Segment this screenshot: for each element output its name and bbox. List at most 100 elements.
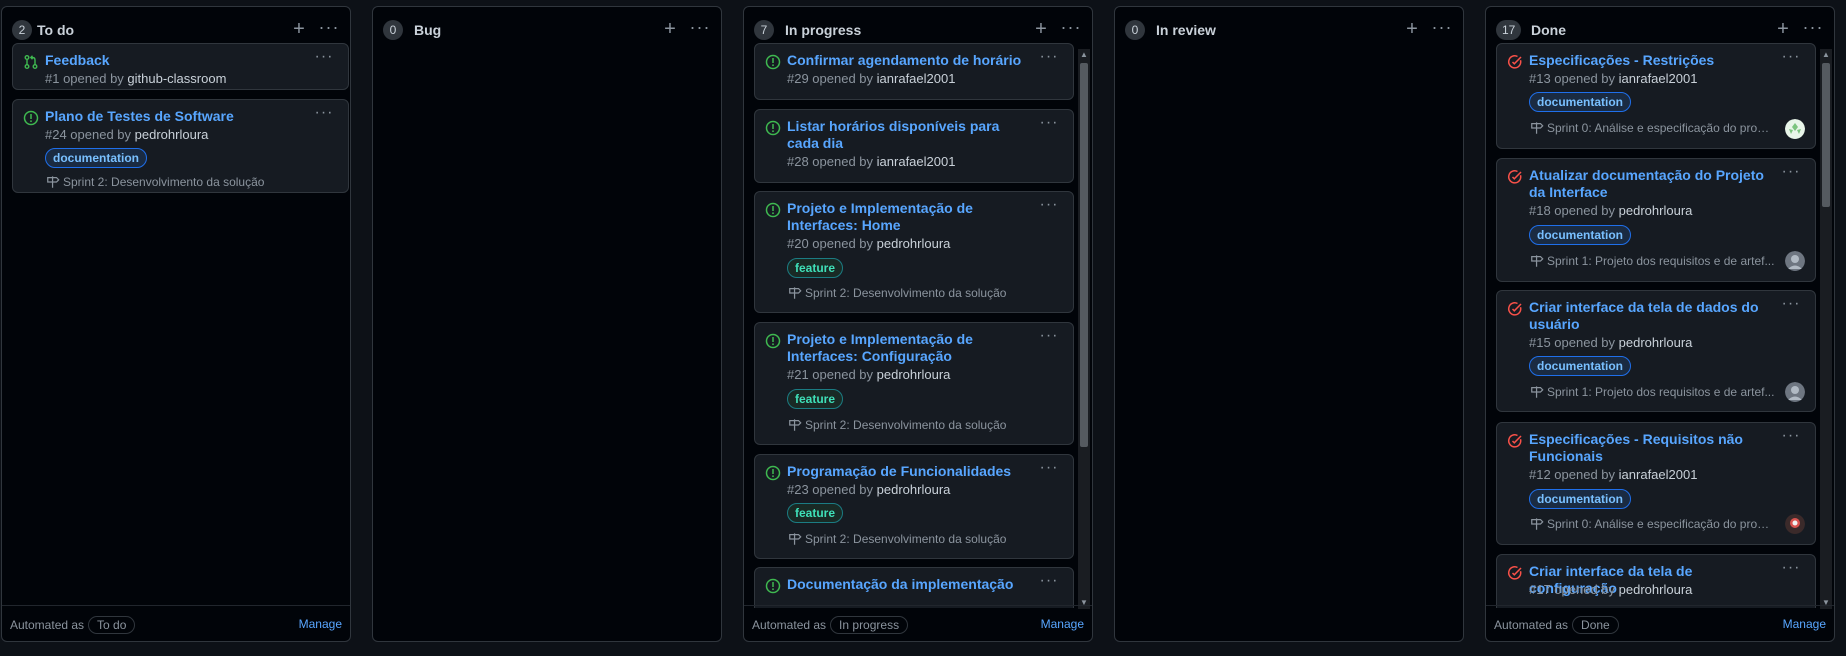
add-card-plus-icon[interactable]: + (661, 18, 679, 40)
card-menu-icon[interactable]: ··· (1779, 164, 1803, 181)
card[interactable]: Documentação da implementação ··· (754, 567, 1074, 608)
column-menu-icon[interactable]: ··· (687, 18, 713, 40)
card-meta: #21 opened by pedrohrloura (787, 366, 950, 384)
milestone[interactable]: Sprint 1: Projeto dos requisitos e de ar… (1529, 384, 1775, 400)
label-documentation[interactable]: documentation (1529, 92, 1631, 112)
card-title-link[interactable]: Criar interface da tela de dados do usuá… (1529, 299, 1767, 333)
card-title-link[interactable]: Programação de Funcionalidades (787, 463, 1025, 480)
card[interactable]: Confirmar agendamento de horário ··· #29… (754, 43, 1074, 100)
card-title-link[interactable]: Projeto e Implementação de Interfaces: H… (787, 200, 1025, 234)
card-menu-icon[interactable]: ··· (312, 105, 336, 122)
scrollbar-thumb[interactable] (1822, 63, 1830, 207)
card-title-link[interactable]: Documentação da implementação (787, 576, 1025, 593)
card-list: Confirmar agendamento de horário ··· #29… (744, 43, 1092, 608)
card-menu-icon[interactable]: ··· (1037, 328, 1061, 345)
card[interactable]: Especificações - Requisitos não Funciona… (1496, 422, 1816, 545)
label-feature[interactable]: feature (787, 503, 844, 523)
author-link[interactable]: pedrohrloura (135, 127, 209, 142)
label-documentation[interactable]: documentation (1529, 225, 1631, 245)
card[interactable]: Plano de Testes de Software ··· #24 open… (12, 99, 349, 193)
card-menu-icon[interactable]: ··· (1037, 49, 1061, 66)
card[interactable]: Listar horários disponíveis para cada di… (754, 109, 1074, 183)
assignee-avatar[interactable] (1785, 251, 1805, 271)
column-menu-icon[interactable]: ··· (316, 18, 342, 40)
assignee-avatar[interactable] (1785, 119, 1805, 139)
label-feature[interactable]: feature (787, 389, 844, 409)
author-link[interactable]: ianrafael2001 (1619, 71, 1698, 86)
card-menu-icon[interactable]: ··· (1779, 428, 1803, 445)
column-bug: 0 Bug + ··· (372, 6, 722, 642)
card-list-scrollbar[interactable]: ▲ ▼ (1078, 49, 1090, 609)
card-menu-icon[interactable]: ··· (1037, 197, 1061, 214)
manage-automation-link[interactable]: Manage (1783, 616, 1826, 632)
card[interactable]: Projeto e Implementação de Interfaces: H… (754, 191, 1074, 313)
milestone-icon (1531, 386, 1544, 398)
label-documentation[interactable]: documentation (1529, 356, 1631, 376)
scrollbar-thumb[interactable] (1080, 63, 1088, 447)
card-menu-icon[interactable]: ··· (1037, 573, 1061, 590)
author-link[interactable]: pedrohrloura (1619, 582, 1693, 597)
author-link[interactable]: pedrohrloura (877, 367, 951, 382)
milestone[interactable]: Sprint 1: Projeto dos requisitos e de ar… (1529, 253, 1775, 269)
column-menu-icon[interactable]: ··· (1429, 18, 1455, 40)
automation-badge: Done (1572, 616, 1619, 634)
card-menu-icon[interactable]: ··· (1037, 460, 1061, 477)
add-card-plus-icon[interactable]: + (1403, 18, 1421, 40)
author-link[interactable]: pedrohrloura (877, 236, 951, 251)
label-feature[interactable]: feature (787, 258, 844, 278)
card-title-link[interactable]: Projeto e Implementação de Interfaces: C… (787, 331, 1025, 365)
card[interactable]: Criar interface da tela de configuração … (1496, 554, 1816, 608)
column-menu-icon[interactable]: ··· (1800, 18, 1826, 40)
card-list-scrollbar[interactable]: ▲ ▼ (1820, 49, 1832, 609)
add-card-plus-icon[interactable]: + (1032, 18, 1050, 40)
label-documentation[interactable]: documentation (45, 148, 147, 168)
card-title-link[interactable]: Especificações - Restrições (1529, 52, 1767, 69)
author-link[interactable]: github-classroom (127, 71, 226, 86)
author-link[interactable]: pedrohrloura (1619, 335, 1693, 350)
author-link[interactable]: ianrafael2001 (1619, 467, 1698, 482)
card-menu-icon[interactable]: ··· (312, 49, 336, 66)
card-title-link[interactable]: Especificações - Requisitos não Funciona… (1529, 431, 1767, 465)
add-card-plus-icon[interactable]: + (1774, 18, 1792, 40)
milestone[interactable]: Sprint 2: Desenvolvimento da solução (787, 417, 1033, 433)
milestone[interactable]: Sprint 0: Análise e especificação do pro… (1529, 516, 1775, 532)
card[interactable]: Criar interface da tela de dados do usuá… (1496, 290, 1816, 412)
milestone[interactable]: Sprint 2: Desenvolvimento da solução (45, 174, 308, 190)
assignee-avatar[interactable] (1785, 382, 1805, 402)
card-title-link[interactable]: Plano de Testes de Software (45, 108, 300, 125)
label-documentation[interactable]: documentation (1529, 489, 1631, 509)
card-title-link[interactable]: Atualizar documentação do Projeto da Int… (1529, 167, 1767, 201)
card-title-link[interactable]: Confirmar agendamento de horário (787, 52, 1025, 69)
column-menu-icon[interactable]: ··· (1058, 18, 1084, 40)
author-link[interactable]: ianrafael2001 (877, 154, 956, 169)
card[interactable]: Especificações - Restrições ··· #13 open… (1496, 43, 1816, 149)
card[interactable]: Feedback ··· #1 opened by github-classro… (12, 43, 349, 90)
milestone[interactable]: Sprint 2: Desenvolvimento da solução (787, 285, 1033, 301)
add-card-plus-icon[interactable]: + (290, 18, 308, 40)
assignee-avatar[interactable] (1785, 514, 1805, 534)
issue-opened-icon (765, 54, 781, 70)
card-menu-icon[interactable]: ··· (1779, 49, 1803, 66)
author-link[interactable]: ianrafael2001 (877, 71, 956, 86)
author-link[interactable]: pedrohrloura (877, 482, 951, 497)
issue-number: #1 opened by (45, 71, 124, 86)
card[interactable]: Atualizar documentação do Projeto da Int… (1496, 158, 1816, 282)
milestone-icon (1531, 122, 1544, 134)
scroll-up-arrow-icon[interactable]: ▲ (1820, 49, 1832, 61)
card-title-link[interactable]: Listar horários disponíveis para cada di… (787, 118, 1025, 152)
milestone-icon (789, 419, 802, 431)
milestone-icon (47, 176, 60, 188)
scroll-up-arrow-icon[interactable]: ▲ (1078, 49, 1090, 61)
milestone[interactable]: Sprint 2: Desenvolvimento da solução (787, 531, 1033, 547)
card[interactable]: Programação de Funcionalidades ··· #23 o… (754, 454, 1074, 559)
card-title-link[interactable]: Feedback (45, 52, 300, 69)
manage-automation-link[interactable]: Manage (1041, 616, 1084, 632)
card-menu-icon[interactable]: ··· (1779, 296, 1803, 313)
card-menu-icon[interactable]: ··· (1779, 560, 1803, 577)
column-footer: Automated as Done Manage (1486, 605, 1834, 641)
card-menu-icon[interactable]: ··· (1037, 115, 1061, 132)
milestone[interactable]: Sprint 0: Análise e especificação do pro… (1529, 120, 1775, 136)
card[interactable]: Projeto e Implementação de Interfaces: C… (754, 322, 1074, 445)
author-link[interactable]: pedrohrloura (1619, 203, 1693, 218)
manage-automation-link[interactable]: Manage (299, 616, 342, 632)
